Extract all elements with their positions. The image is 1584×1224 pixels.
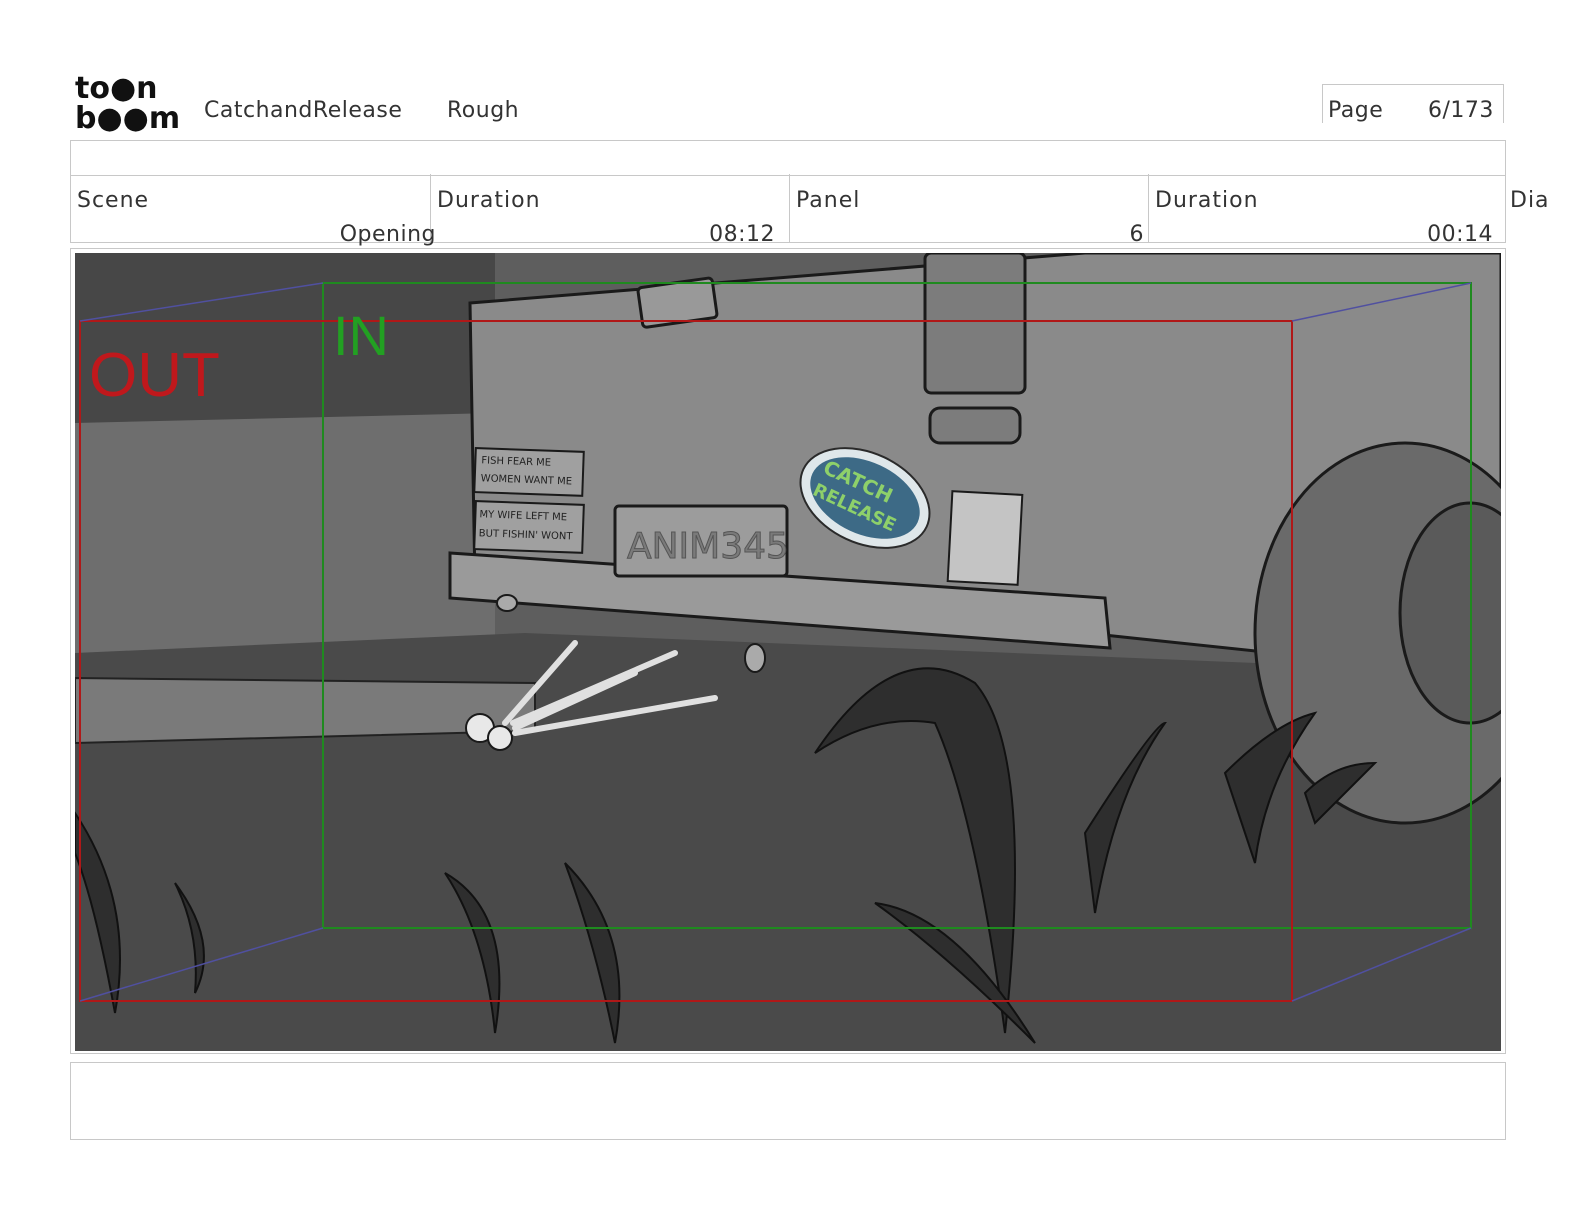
scene-duration-cell: Duration 08:12 xyxy=(431,174,790,247)
dialogue-label: Dia xyxy=(1510,188,1550,213)
panel-value: 6 xyxy=(1129,222,1144,247)
truck-reflector xyxy=(928,406,1022,445)
panel-info-row: Scene Opening Duration 08:12 Panel 6 Dur… xyxy=(70,174,1506,247)
panel-duration-value: 00:14 xyxy=(1427,222,1493,247)
page-number: 6/173 xyxy=(1428,98,1494,123)
page-label: Page xyxy=(1328,98,1384,123)
stage-name: Rough xyxy=(447,98,520,123)
license-plate: ANIM345 xyxy=(613,504,789,578)
paper-sticker xyxy=(946,490,1024,586)
panel-label: Panel xyxy=(796,188,861,213)
panel-duration-label: Duration xyxy=(1155,188,1259,213)
bumper-sticker-1: FISH FEAR ME WOMEN WANT ME xyxy=(473,447,585,497)
scene-duration-value: 08:12 xyxy=(709,222,775,247)
bumper-sticker-2: MY WIFE LEFT ME BUT FISHIN' WONT xyxy=(473,500,585,554)
scene-label: Scene xyxy=(77,188,150,213)
exhaust-pipe-2 xyxy=(744,643,766,673)
license-plate-text: ANIM345 xyxy=(627,526,789,567)
exhaust-pipe-1 xyxy=(496,594,518,612)
in-marker: IN xyxy=(333,304,389,367)
panel-drawing: FISH FEAR ME WOMEN WANT ME MY WIFE LEFT … xyxy=(75,253,1501,1051)
logo-line-2: b●●m xyxy=(75,101,180,132)
panel-cell: Panel 6 xyxy=(790,174,1149,247)
scene-value: Opening xyxy=(339,222,436,247)
project-name: CatchandRelease xyxy=(204,98,403,123)
storyboard-panel: FISH FEAR ME WOMEN WANT ME MY WIFE LEFT … xyxy=(75,253,1501,1051)
scene-duration-label: Duration xyxy=(437,188,541,213)
header-rule xyxy=(70,140,1506,176)
panel-duration-cell: Duration 00:14 xyxy=(1149,174,1505,247)
scene-cell: Scene Opening xyxy=(71,174,435,247)
truck-tail-light xyxy=(923,253,1027,395)
toonboom-logo: to●n b●●m xyxy=(75,72,180,132)
dialogue-notes-box xyxy=(70,1062,1506,1140)
out-marker: OUT xyxy=(89,341,220,410)
